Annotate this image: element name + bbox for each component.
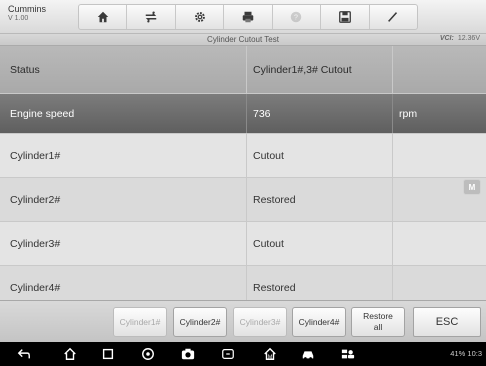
browser-icon: [142, 348, 154, 360]
cylinder3-button[interactable]: Cylinder3#: [233, 307, 287, 337]
table-row[interactable]: Cylinder1# Cutout: [0, 134, 486, 178]
cylinder4-button[interactable]: Cylinder4#: [292, 307, 346, 337]
home-icon: [97, 11, 108, 23]
back-arrow-icon: [17, 349, 30, 359]
table-header-row: Status Cylinder1#,3# Cutout: [0, 46, 486, 94]
app-window: Cummins V 1.00 ? Cylinder Cutout Test VC…: [0, 0, 486, 366]
settings-button[interactable]: [176, 5, 225, 29]
help-button[interactable]: ?: [273, 5, 322, 29]
vci-label: VCI:: [439, 35, 454, 42]
car-icon: [302, 351, 314, 360]
svg-text:?: ?: [294, 15, 298, 22]
page-title: Cylinder Cutout Test: [207, 35, 279, 44]
table-row[interactable]: Cylinder3# Cutout: [0, 222, 486, 266]
diag-home-button[interactable]: M: [262, 346, 278, 362]
row-name: Cylinder1#: [0, 134, 247, 177]
print-button[interactable]: [224, 5, 273, 29]
back-button[interactable]: [16, 346, 32, 362]
row-value: 736: [247, 94, 393, 133]
row-unit: rpm: [399, 107, 418, 120]
brand-name: Cummins: [8, 4, 47, 14]
table-row[interactable]: Cylinder2# Restored: [0, 178, 486, 222]
floating-menu-badge[interactable]: M: [463, 179, 481, 195]
row-name: Engine speed: [0, 94, 247, 133]
vehicle-swap-icon: [145, 11, 157, 23]
row-value: Restored: [247, 178, 393, 221]
save-icon: [338, 11, 351, 23]
row-name: Cylinder3#: [0, 222, 247, 265]
diagnostic-home-icon: M: [264, 347, 276, 360]
vci-connect-icon: [222, 349, 234, 359]
header-unit: [393, 46, 486, 93]
svg-text:M: M: [268, 354, 272, 360]
vehicle-manager-icon: [341, 349, 355, 359]
camera-button[interactable]: [180, 346, 196, 362]
row-value: Cutout: [247, 134, 393, 177]
recent-apps-button[interactable]: [100, 346, 116, 362]
cylinder2-button[interactable]: Cylinder2#: [173, 307, 227, 337]
row-value: Cutout: [247, 222, 393, 265]
vci-connect-button[interactable]: [220, 346, 236, 362]
system-nav-bar: M 41% 10:3: [0, 342, 486, 366]
esc-button[interactable]: ESC: [413, 307, 481, 337]
toolbar-buttons: ?: [78, 4, 418, 30]
data-table: Status Cylinder1#,3# Cutout Engine speed…: [0, 46, 486, 310]
top-toolbar: Cummins V 1.00 ?: [0, 0, 486, 34]
brand-version: V 1.00: [8, 15, 29, 22]
printer-icon: [242, 11, 254, 23]
house-icon: [64, 347, 76, 360]
header-name: Status: [0, 46, 247, 93]
row-unit: [393, 222, 486, 265]
action-bar: Cylinder1# Cylinder2# Cylinder3# Cylinde…: [0, 300, 486, 342]
edit-button[interactable]: [370, 5, 417, 29]
row-unit: [393, 134, 486, 177]
row-name: Cylinder2#: [0, 178, 247, 221]
battery-voltage: 12.36V: [457, 35, 480, 42]
header-value: Cylinder1#,3# Cutout: [247, 46, 393, 93]
car-button[interactable]: [300, 346, 316, 362]
vci-status: VCI: 12.36V: [440, 35, 480, 42]
system-status: 41% 10:3: [450, 349, 482, 358]
gear-icon: [194, 12, 205, 22]
vehicle-swap-button[interactable]: [127, 5, 176, 29]
home-button[interactable]: [79, 5, 128, 29]
restore-all-label-line1: Restore: [363, 311, 393, 321]
restore-all-label-line2: all: [373, 322, 383, 332]
cylinder1-button[interactable]: Cylinder1#: [113, 307, 167, 337]
title-bar: Cylinder Cutout Test VCI: 12.36V: [0, 34, 486, 46]
camera-icon: [181, 348, 195, 360]
pen-icon: [388, 12, 398, 22]
browser-button[interactable]: [140, 346, 156, 362]
help-icon: ?: [291, 11, 302, 23]
recent-apps-icon: [102, 348, 114, 360]
home-nav-button[interactable]: [62, 346, 78, 362]
restore-all-button[interactable]: Restore all: [351, 307, 405, 337]
save-button[interactable]: [321, 5, 370, 29]
brand-block: Cummins V 1.00: [8, 4, 46, 24]
vehicle-manager-button[interactable]: [340, 346, 356, 362]
table-row[interactable]: Engine speed 736 rpm: [0, 94, 486, 134]
